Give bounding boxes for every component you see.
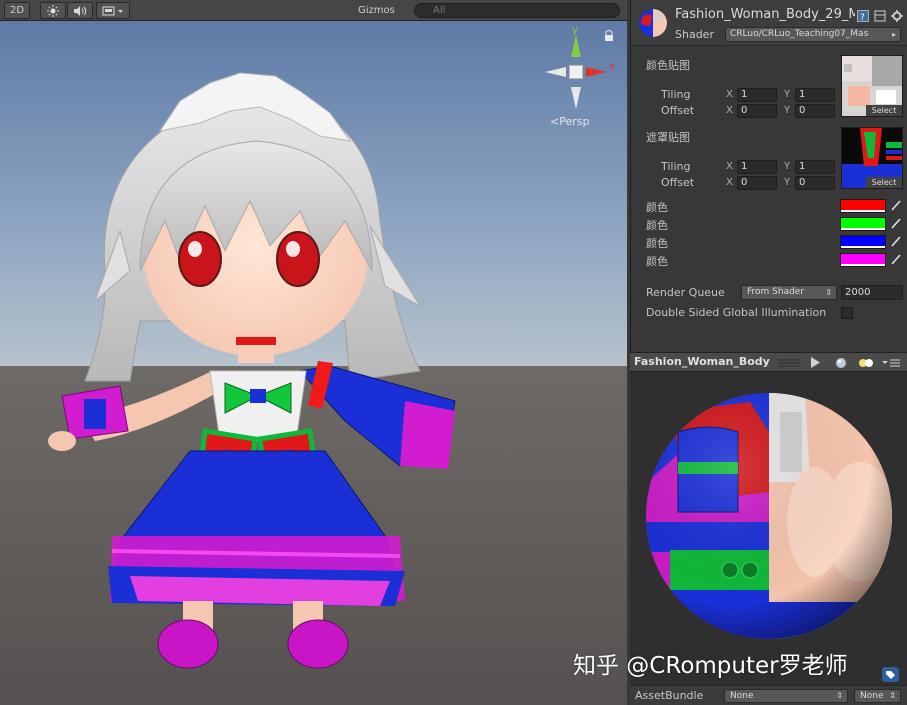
scene-viewport[interactable]: y x <box>0 21 627 705</box>
eyedropper-icon[interactable] <box>890 217 902 230</box>
assetbundle-variant-dropdown[interactable]: None ⇕ <box>854 689 901 703</box>
mask-texture-slot[interactable]: Select <box>841 127 903 189</box>
drag-handle-icon[interactable] <box>778 358 800 368</box>
lights-icon[interactable] <box>858 357 874 369</box>
layout-icon[interactable] <box>874 10 886 22</box>
shader-value: CRLuo/CRLuo_Teaching07_Mas <box>730 29 869 39</box>
assetbundle-value: None <box>730 691 754 701</box>
material-sphere-icon <box>639 9 667 37</box>
inspector-panel: Fashion_Woman_Body_29_M ? Shader CRLuo/C… <box>630 0 907 352</box>
mask-tiling-x-field[interactable]: 1 <box>737 160 777 174</box>
assetbundle-variant-value: None <box>860 691 884 701</box>
axis-y-label: Y <box>784 177 791 188</box>
main-offset-label: Offset <box>661 104 695 117</box>
lighting-toggle-button[interactable] <box>40 2 66 19</box>
preview-toolbar: Fashion_Woman_Body <box>630 352 907 372</box>
color-swatch-2[interactable] <box>840 217 886 231</box>
mask-tiling-y-field[interactable]: 1 <box>795 160 835 174</box>
speaker-icon <box>74 6 87 16</box>
axis-x-label: X <box>726 177 733 188</box>
render-queue-value-field[interactable]: 2000 <box>841 285 903 300</box>
assetbundle-dropdown[interactable]: None ⇕ <box>724 689 848 703</box>
mask-offset-y-field[interactable]: 0 <box>795 176 835 190</box>
color-label-2: 颜色 <box>646 219 668 232</box>
main-tiling-label: Tiling <box>661 88 691 101</box>
mask-texture-label: 遮罩贴图 <box>646 131 690 144</box>
axis-x-label: X <box>726 89 733 100</box>
assetbundle-bar: AssetBundle None ⇕ None ⇕ <box>630 685 907 705</box>
projection-label[interactable]: <Persp <box>550 115 589 128</box>
help-icon[interactable]: ? <box>857 10 869 22</box>
gizmo-x-label: x <box>609 61 615 72</box>
shader-dropdown[interactable]: CRLuo/CRLuo_Teaching07_Mas ▸ <box>725 27 901 42</box>
axis-y-label: Y <box>784 161 791 172</box>
dsgi-checkbox[interactable] <box>841 307 853 319</box>
eyedropper-icon[interactable] <box>890 253 902 266</box>
scene-view[interactable]: 2D Gizmos ▼ All <box>0 0 627 705</box>
audio-toggle-button[interactable] <box>67 2 93 19</box>
gizmos-label: Gizmos <box>358 5 395 16</box>
gear-icon[interactable] <box>891 10 903 22</box>
material-preview-panel: Fashion_Woman_Body 知乎 @CRomputer罗老师 Asse… <box>573 352 907 705</box>
gizmos-dropdown[interactable]: Gizmos ▼ <box>354 2 406 32</box>
effects-dropdown-button[interactable] <box>96 2 130 19</box>
main-offset-x-field[interactable]: 0 <box>737 104 777 118</box>
mask-texture-select-button[interactable]: Select <box>866 177 902 188</box>
axis-x-label: X <box>726 161 733 172</box>
color-label-4: 颜色 <box>646 255 668 268</box>
color-swatch-1[interactable] <box>840 199 886 213</box>
color-swatch-3[interactable] <box>840 235 886 249</box>
main-texture-label: 颜色贴图 <box>646 59 690 72</box>
scene-toolbar: 2D Gizmos ▼ All <box>0 0 627 32</box>
color-label-1: 颜色 <box>646 201 668 214</box>
main-texture-slot[interactable]: Select <box>841 55 903 117</box>
mask-offset-label: Offset <box>661 176 695 189</box>
main-tiling-x-field[interactable]: 1 <box>737 88 777 102</box>
gizmo-y-label: y <box>572 25 578 36</box>
preview-title: Fashion_Woman_Body <box>634 355 770 368</box>
material-name: Fashion_Woman_Body_29_M <box>675 7 855 22</box>
preview-menu-icon[interactable] <box>882 358 900 368</box>
assetbundle-label: AssetBundle <box>635 689 704 702</box>
shader-label: Shader <box>675 28 714 41</box>
svg-text:?: ? <box>860 13 865 22</box>
main-offset-y-field[interactable]: 0 <box>795 104 835 118</box>
play-icon[interactable] <box>810 357 820 368</box>
axis-y-label: Y <box>784 89 791 100</box>
eyedropper-icon[interactable] <box>890 235 902 248</box>
chevron-updown-icon: ⇕ <box>889 691 896 700</box>
main-texture-select-button[interactable]: Select <box>866 105 902 116</box>
material-header: Fashion_Woman_Body_29_M ? Shader CRLuo/C… <box>631 0 907 46</box>
eyedropper-icon[interactable] <box>890 199 902 212</box>
tag-icon[interactable] <box>882 667 899 682</box>
main-tiling-y-field[interactable]: 1 <box>795 88 835 102</box>
render-queue-mode: From Shader <box>747 287 805 297</box>
scene-search-input[interactable]: All <box>414 3 620 18</box>
preview-viewport[interactable] <box>630 372 907 682</box>
render-queue-label: Render Queue <box>646 286 725 299</box>
axis-y-label: Y <box>784 105 791 116</box>
image-icon <box>102 6 123 16</box>
dsgi-label: Double Sided Global Illumination <box>646 306 827 319</box>
chevron-down-icon: ▸ <box>891 30 896 39</box>
2d-toggle-button[interactable]: 2D <box>4 2 30 19</box>
mask-tiling-label: Tiling <box>661 160 691 173</box>
color-swatch-4[interactable] <box>840 253 886 267</box>
axis-x-label: X <box>726 105 733 116</box>
color-label-3: 颜色 <box>646 237 668 250</box>
chevron-updown-icon: ⇕ <box>836 691 843 700</box>
watermark-text: 知乎 @CRomputer罗老师 <box>573 653 848 679</box>
sun-icon <box>47 5 59 17</box>
sphere-preview-icon[interactable] <box>835 357 847 369</box>
chevron-updown-icon: ⇕ <box>825 288 832 297</box>
mask-offset-x-field[interactable]: 0 <box>737 176 777 190</box>
render-queue-dropdown[interactable]: From Shader ⇕ <box>741 285 837 300</box>
